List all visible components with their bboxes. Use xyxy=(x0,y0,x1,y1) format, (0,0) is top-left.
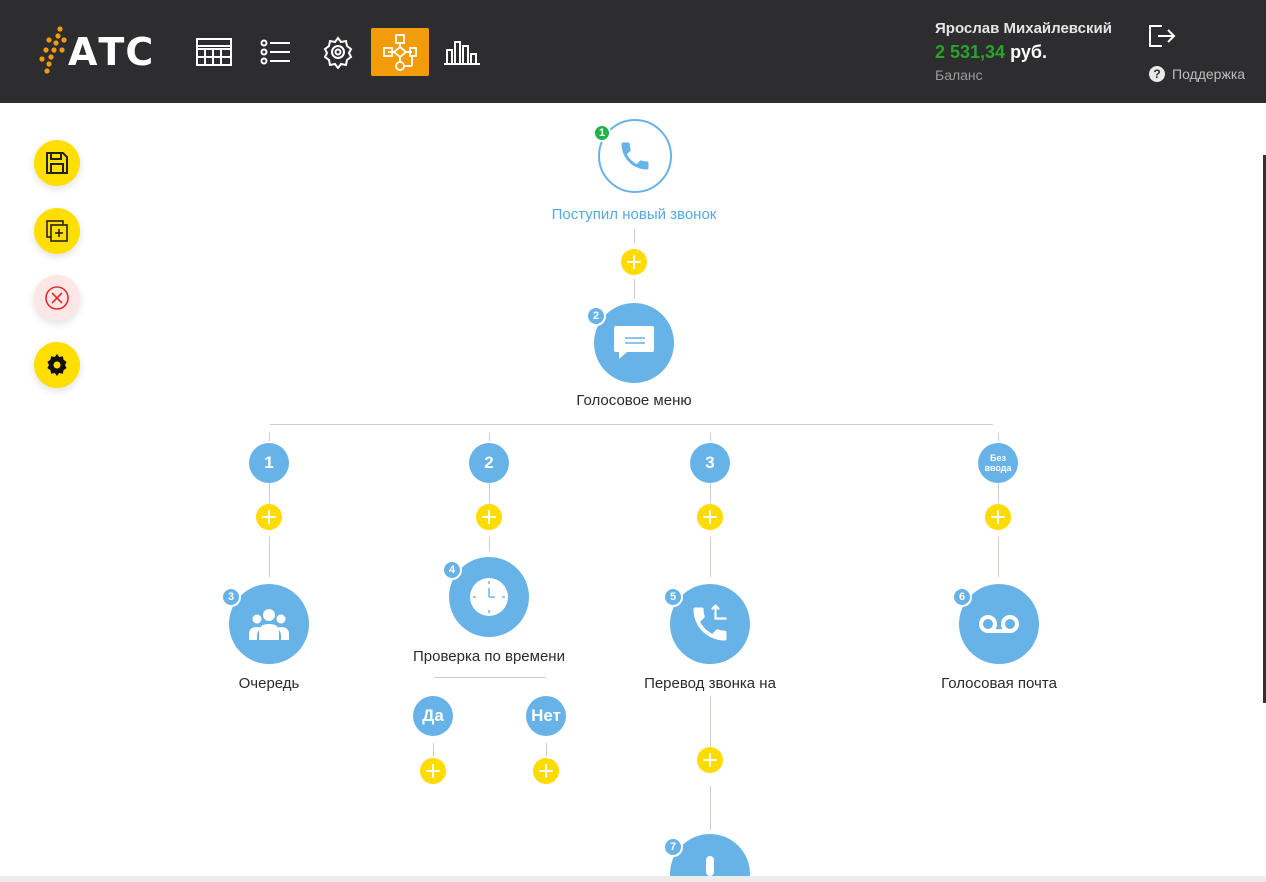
support-link[interactable]: ? Поддержка xyxy=(1149,66,1245,82)
add-step-button[interactable] xyxy=(420,758,446,784)
flow-canvas: 1 Поступил новый звонок 2 Голосовое меню… xyxy=(0,103,1266,882)
connector xyxy=(634,229,635,243)
branch-key-1[interactable]: 1 xyxy=(249,443,289,483)
node-badge: 7 xyxy=(663,837,683,857)
ivr-node[interactable] xyxy=(594,303,674,383)
balance-amount: 2 531,34 xyxy=(935,42,1006,62)
connector xyxy=(269,433,270,441)
support-label: Поддержка xyxy=(1172,66,1246,82)
node-badge: 5 xyxy=(663,587,683,607)
gear-icon xyxy=(323,36,353,69)
connector xyxy=(710,483,711,503)
time-check-node-label: Проверка по времени xyxy=(413,648,565,665)
branch-key-2[interactable]: 2 xyxy=(469,443,509,483)
connector xyxy=(546,743,547,757)
top-header: АТС Ярослав Михайлевский 2 531,34 руб. Б… xyxy=(0,0,1266,103)
connector xyxy=(710,696,711,746)
nav-settings[interactable] xyxy=(309,28,367,76)
transfer-node-label: Перевод звонка на xyxy=(644,675,776,692)
next-node[interactable] xyxy=(670,834,750,882)
node-badge: 6 xyxy=(952,587,972,607)
clock-icon xyxy=(470,578,508,616)
table-icon xyxy=(196,38,232,66)
logout-button[interactable] xyxy=(1146,22,1178,50)
group-icon xyxy=(249,609,289,640)
logo[interactable]: АТС xyxy=(38,26,158,76)
flow-scheme-icon xyxy=(383,34,417,71)
connector xyxy=(489,537,490,551)
nav-stats[interactable] xyxy=(433,28,491,76)
queue-node-label: Очередь xyxy=(238,675,300,692)
add-step-button[interactable] xyxy=(476,504,502,530)
voicemail-node-label: Голосовая почта xyxy=(941,675,1057,692)
node-badge: 1 xyxy=(593,124,611,142)
node-badge: 4 xyxy=(442,560,462,580)
time-yes-branch[interactable]: Да xyxy=(413,696,453,736)
phone-transfer-icon xyxy=(693,604,727,641)
add-step-button[interactable] xyxy=(256,504,282,530)
node-badge: 3 xyxy=(221,587,241,607)
question-icon: ? xyxy=(1149,66,1165,82)
add-step-button[interactable] xyxy=(697,747,723,773)
add-step-button[interactable] xyxy=(697,504,723,530)
balance-currency: руб. xyxy=(1010,42,1047,62)
message-icon xyxy=(614,326,654,359)
app-root: АТС Ярослав Михайлевский 2 531,34 руб. Б… xyxy=(0,0,1266,882)
connector xyxy=(269,483,270,503)
connector xyxy=(710,786,711,830)
connector xyxy=(998,537,999,577)
connector xyxy=(998,433,999,441)
connector xyxy=(433,743,434,757)
connector xyxy=(489,483,490,503)
logo-text: АТС xyxy=(68,30,155,74)
balance-label: Баланс xyxy=(935,67,983,83)
branch-no-input[interactable]: Без ввода xyxy=(978,443,1018,483)
start-node-label: Поступил новый звонок xyxy=(551,206,717,223)
bar-chart-icon xyxy=(444,41,480,65)
branch-key-3[interactable]: 3 xyxy=(690,443,730,483)
queue-node[interactable] xyxy=(229,584,309,664)
list-icon xyxy=(260,39,290,65)
connector xyxy=(634,279,635,299)
connector xyxy=(489,433,490,441)
balance: 2 531,34 руб. xyxy=(935,42,1047,63)
voicemail-icon xyxy=(979,615,1019,633)
logo-dots-icon xyxy=(39,26,67,74)
user-name: Ярослав Михайлевский xyxy=(935,20,1112,37)
add-step-button[interactable] xyxy=(533,758,559,784)
nav-table[interactable] xyxy=(185,28,243,76)
connector xyxy=(270,424,993,425)
add-step-button[interactable] xyxy=(621,249,647,275)
add-step-button[interactable] xyxy=(985,504,1011,530)
connector xyxy=(710,537,711,577)
time-no-branch[interactable]: Нет xyxy=(526,696,566,736)
nav-list[interactable] xyxy=(247,28,305,76)
node-badge: 2 xyxy=(586,306,606,326)
nav-scheme[interactable] xyxy=(371,28,429,76)
bottom-scroll-track[interactable] xyxy=(0,876,1266,882)
connector xyxy=(998,483,999,503)
ivr-node-label: Голосовое меню xyxy=(576,392,692,409)
connector xyxy=(434,677,546,678)
logout-icon xyxy=(1149,25,1176,47)
connector xyxy=(710,433,711,441)
connector xyxy=(269,537,270,577)
phone-icon xyxy=(621,142,649,170)
